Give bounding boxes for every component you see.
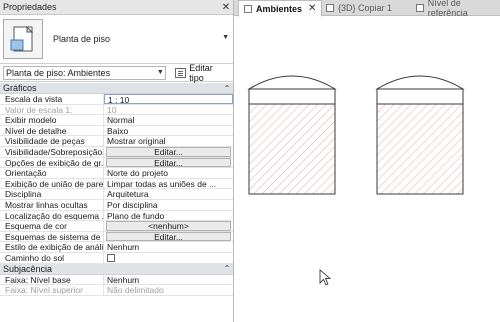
graphic-display-edit-button[interactable]: Editar... <box>106 157 231 168</box>
property-row[interactable]: Opções de exibição de gr... Editar... <box>0 157 233 169</box>
instance-filter-row: Planta de piso: Ambientes ▼ Editar tipo <box>0 62 233 83</box>
drawing-area <box>247 75 465 286</box>
property-label: Nível de detalhe <box>0 125 104 136</box>
property-row[interactable]: Exibição de união de pare... Limpar toda… <box>0 178 233 190</box>
property-label: Localização do esquema ... <box>0 210 104 221</box>
property-label: Escala da vista <box>0 94 104 104</box>
floor-plan-icon <box>3 19 43 59</box>
group-graphics-title: Gráficos <box>3 83 37 93</box>
property-row: Faixa: Nível superior Não delimitado <box>0 285 233 296</box>
tab-label: Ambientes <box>256 3 303 14</box>
property-value[interactable]: Norte do projeto <box>104 168 233 177</box>
property-row[interactable]: Estilo de exibição de análi... Nenhum <box>0 242 233 253</box>
tab-reference-level[interactable]: Nível de referência <box>416 0 500 18</box>
property-value[interactable]: Limpar todas as uniões de ... <box>104 179 233 188</box>
property-row[interactable]: Faixa: Nível base Nenhum <box>0 274 233 286</box>
property-label: Estilo de exibição de análi... <box>0 242 104 252</box>
view-tab-bar: Ambientes ✕ {3D} Copiar 1 Nível de refer… <box>234 0 500 18</box>
property-value[interactable]: Baixo <box>104 126 233 135</box>
property-row[interactable]: Disciplina Arquitetura <box>0 189 233 200</box>
tab-3d-copy[interactable]: {3D} Copiar 1 <box>326 0 392 16</box>
group-underlay[interactable]: Subjacência ⌃ <box>0 263 233 275</box>
property-value[interactable]: Plano de fundo <box>104 211 233 220</box>
floor-plan-icon <box>416 4 424 12</box>
cube-icon <box>326 4 334 12</box>
property-label: Opções de exibição de gr... <box>0 157 104 168</box>
property-label: Esquema de cor <box>0 221 104 231</box>
property-row[interactable]: Caminho do sol <box>0 252 233 264</box>
tab-label: {3D} Copiar 1 <box>338 3 393 13</box>
group-underlay-title: Subjacência <box>3 263 53 274</box>
property-row[interactable]: Esquemas de sistema de c... Editar... <box>0 231 233 243</box>
property-value[interactable]: Arquitetura <box>104 189 233 199</box>
instance-filter-value: Planta de piso: Ambientes <box>6 67 111 78</box>
property-row[interactable]: Esquema de cor <nenhum> <box>0 221 233 232</box>
property-row[interactable]: Nível de detalhe Baixo <box>0 125 233 137</box>
type-name: Planta de piso <box>53 34 111 44</box>
property-value[interactable]: Mostrar original <box>104 136 233 146</box>
property-label: Visibilidade de peças <box>0 136 104 146</box>
property-row: Valor de escala 1: 10 <box>0 104 233 116</box>
property-value-input[interactable]: 1 : 10 <box>104 94 233 104</box>
floor-plan-icon <box>244 4 252 13</box>
tab-label: Nível de referência <box>427 0 468 18</box>
edit-type-icon <box>175 67 187 78</box>
property-row[interactable]: Visibilidade/Sobreposição... Editar... <box>0 146 233 158</box>
property-label: Exibir modelo <box>0 115 104 125</box>
property-label: Visibilidade/Sobreposição... <box>0 146 104 157</box>
drawing-canvas[interactable] <box>235 17 500 322</box>
properties-palette: Propriedades ✕ Planta de piso ▼ Planta d… <box>0 0 234 322</box>
tab-ambientes[interactable]: Ambientes ✕ <box>238 0 323 17</box>
property-row[interactable]: Escala da vista 1 : 10 <box>0 94 233 105</box>
property-value[interactable]: Nenhum <box>104 275 233 284</box>
edit-type-label: Editar tipo <box>189 62 213 83</box>
property-label: Orientação <box>0 168 104 178</box>
table-element-left[interactable] <box>247 75 337 195</box>
visibility-edit-button[interactable]: Editar... <box>106 146 231 157</box>
property-value[interactable]: Por disciplina <box>104 200 233 209</box>
property-label: Disciplina <box>0 189 104 199</box>
properties-title: Propriedades <box>3 2 57 12</box>
edit-type-button[interactable]: Editar tipo <box>171 62 233 83</box>
property-label: Valor de escala 1: <box>0 104 104 115</box>
property-value: 10 <box>107 104 117 115</box>
property-row[interactable]: Visibilidade de peças Mostrar original <box>0 136 233 147</box>
property-label: Faixa: Nível superior <box>0 285 104 295</box>
group-graphics[interactable]: Gráficos ⌃ <box>0 83 233 94</box>
property-row[interactable]: Mostrar linhas ocultas Por disciplina <box>0 199 233 211</box>
table-element-right[interactable] <box>375 75 465 195</box>
type-selector[interactable]: Planta de piso ▼ <box>0 15 233 64</box>
property-value[interactable]: Normal <box>104 115 233 124</box>
property-label: Exibição de união de pare... <box>0 178 104 189</box>
color-scheme-button[interactable]: <nenhum> <box>106 221 231 231</box>
property-value[interactable]: Nenhum <box>104 242 233 252</box>
sun-path-checkbox[interactable] <box>104 253 115 263</box>
property-value: Não delimitado <box>107 285 164 295</box>
property-label: Caminho do sol <box>0 252 104 263</box>
mouse-cursor-icon <box>319 269 332 286</box>
chevron-up-icon: ⌃ <box>223 83 231 93</box>
close-icon[interactable]: ✕ <box>219 2 233 13</box>
properties-header: Propriedades ✕ <box>0 0 233 15</box>
property-label: Faixa: Nível base <box>0 274 104 285</box>
property-label: Esquemas de sistema de c... <box>0 231 104 242</box>
chevron-down-icon: ▼ <box>156 69 164 76</box>
property-row[interactable]: Exibir modelo Normal <box>0 115 233 126</box>
system-color-scheme-edit-button[interactable]: Editar... <box>106 231 231 242</box>
property-label: Mostrar linhas ocultas <box>0 199 104 210</box>
instance-filter-select[interactable]: Planta de piso: Ambientes ▼ <box>3 65 167 80</box>
properties-grid: Gráficos ⌃ Escala da vista 1 : 10 Valor … <box>0 83 233 296</box>
chevron-down-icon[interactable]: ▼ <box>222 34 229 41</box>
property-row[interactable]: Orientação Norte do projeto <box>0 168 233 179</box>
close-icon[interactable]: ✕ <box>308 3 316 14</box>
property-row[interactable]: Localização do esquema ... Plano de fund… <box>0 210 233 222</box>
chevron-up-icon: ⌃ <box>223 264 231 273</box>
